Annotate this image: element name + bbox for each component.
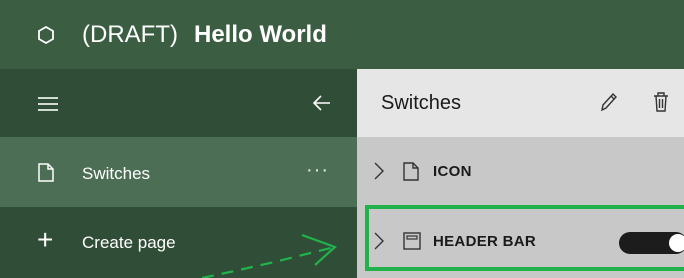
create-page-label: Create page xyxy=(82,233,176,252)
panel-header: Switches xyxy=(357,69,684,137)
back-arrow-icon[interactable] xyxy=(312,93,332,113)
panel-title: Switches xyxy=(381,92,462,114)
highlight-box xyxy=(365,205,684,271)
app-title: Hello World xyxy=(193,20,327,48)
hexagon-icon xyxy=(37,25,55,44)
edit-icon[interactable] xyxy=(599,91,619,118)
page-icon xyxy=(403,162,419,186)
plus-icon: + xyxy=(37,224,54,255)
page-icon xyxy=(38,163,54,187)
nav-toolbar xyxy=(0,69,357,137)
more-options-icon[interactable]: ··· xyxy=(306,159,329,182)
control-row-icon[interactable]: ICON xyxy=(357,137,684,207)
draft-label: (DRAFT) xyxy=(82,20,178,48)
nav-item-label: Switches xyxy=(82,164,151,183)
chevron-right-icon[interactable] xyxy=(373,161,385,186)
annotation-arrow-icon xyxy=(201,233,338,278)
hamburger-menu-icon[interactable] xyxy=(38,97,58,111)
delete-icon[interactable] xyxy=(653,91,669,118)
app-header: (DRAFT) Hello World xyxy=(0,0,684,69)
row-label: ICON xyxy=(433,163,472,180)
nav-item-switches[interactable]: Switches ··· xyxy=(0,137,357,207)
